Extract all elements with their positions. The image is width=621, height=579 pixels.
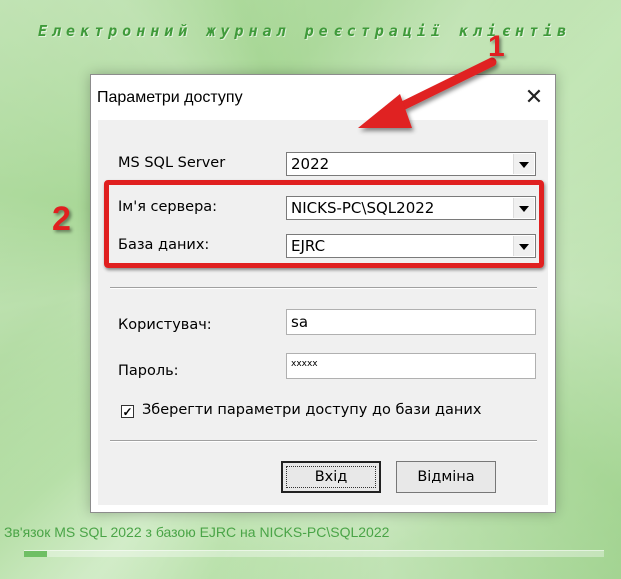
annotation-arrow-icon [358,57,497,128]
annotation-number-2: 2 [52,200,71,238]
annotation-number-1: 1 [488,30,505,63]
status-progress-bar [24,550,604,557]
status-text: Зв'язок MS SQL 2022 з базою EJRC на NICK… [4,524,390,540]
app-window: Електронний журнал реєстрації клієнтів П… [0,0,621,579]
status-progress-fill [24,551,48,557]
